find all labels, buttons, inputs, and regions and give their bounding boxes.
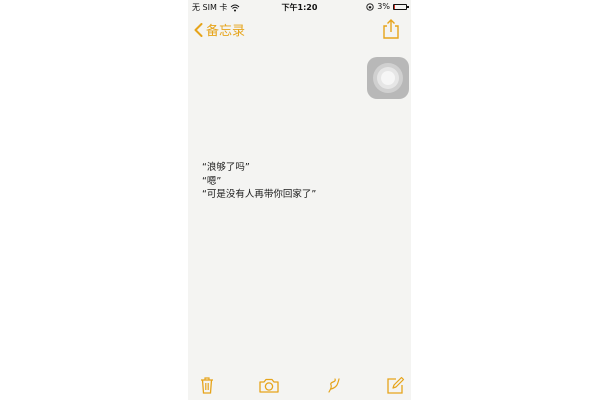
note-line: “嗯” [202,175,222,187]
camera-button[interactable] [257,375,281,395]
note-line: “浪够了吗” [202,162,250,173]
note-line: “可是没有人再带你回家了” [202,189,317,200]
chevron-left-icon [194,22,203,37]
delete-button[interactable] [196,375,218,395]
battery-percent: 3% [377,2,390,11]
status-right: 3% [366,2,409,11]
assistive-touch-button[interactable] [367,57,409,99]
compose-button[interactable] [384,375,406,395]
note-text[interactable]: “浪够了吗” “嗯” “可是没有人再带你回家了” [202,161,401,202]
trash-icon [201,377,213,394]
bottom-toolbar [188,370,411,400]
share-icon [383,19,399,39]
back-button[interactable]: 备忘录 [194,20,245,39]
camera-icon [259,378,279,393]
battery-level [394,4,395,9]
notes-app-screen: 无 SIM 卡 下午1:20 3% 备忘录 “浪够了吗” “嗯” “可是没有人再… [188,0,411,400]
back-label: 备忘录 [206,24,246,39]
sketch-icon [328,378,340,393]
status-bar: 无 SIM 卡 下午1:20 3% [188,0,411,14]
navigation-bar: 备忘录 [188,16,411,44]
orientation-lock-icon [366,2,374,11]
battery-icon [393,3,409,10]
share-button[interactable] [381,18,401,40]
sketch-button[interactable] [323,375,345,395]
compose-icon [387,376,405,394]
